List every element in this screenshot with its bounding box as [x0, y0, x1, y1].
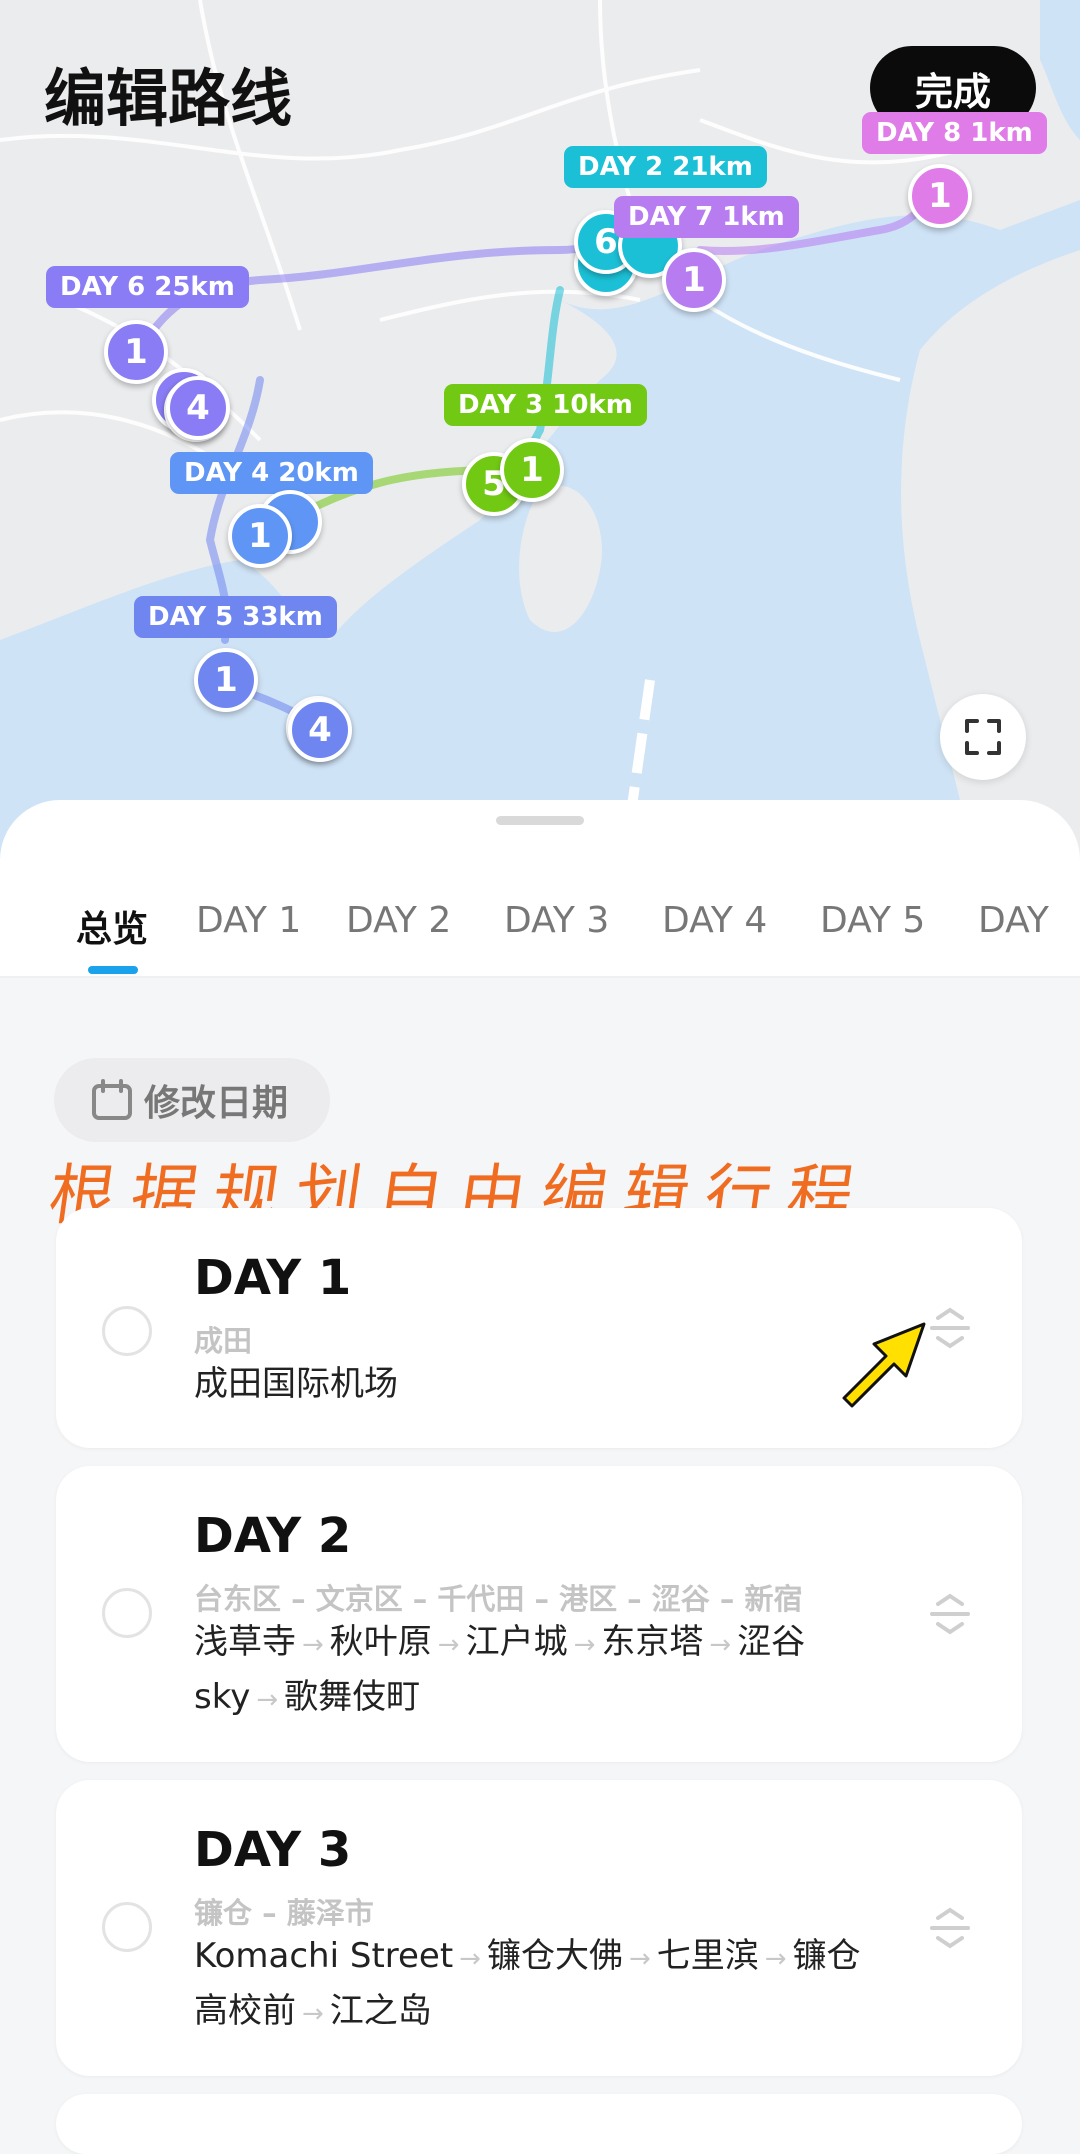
map-pin[interactable]: 1	[908, 164, 972, 228]
change-date-button[interactable]: 修改日期	[54, 1058, 330, 1142]
map-pin[interactable]: 1	[228, 504, 292, 568]
drag-handle-icon[interactable]	[926, 1304, 974, 1352]
route-label-day-8[interactable]: DAY 8 1km	[862, 112, 1047, 154]
arrow-right-icon: →	[302, 1999, 324, 2029]
day-title: DAY 2	[194, 1508, 352, 1564]
arrow-right-icon: →	[256, 1685, 279, 1715]
day-spots: Komachi Street → 镰仓大佛 → 七里滨 → 镰仓高校前 → 江之岛	[194, 1936, 861, 2031]
overview-content: 修改日期 根据规划自由编辑行程 DAY 1 成田 成田国际机场 DAY 2 台东…	[0, 978, 1080, 2154]
select-radio[interactable]	[102, 1306, 152, 1356]
fullscreen-button[interactable]	[940, 694, 1026, 780]
map-pin[interactable]: 1	[194, 648, 258, 712]
arrow-right-icon: →	[709, 1630, 732, 1660]
day-spots: 浅草寺 → 秋叶原 → 江户城 → 东京塔 → 涩谷sky → 歌舞伎町	[194, 1622, 806, 1717]
route-label-day-2[interactable]: DAY 2 21km	[564, 146, 767, 188]
map-pin[interactable]: 4	[166, 376, 230, 440]
select-radio[interactable]	[102, 1902, 152, 1952]
page-title: 编辑路线	[44, 62, 293, 135]
arrow-right-icon: →	[764, 1944, 787, 1974]
map-pin[interactable]: 4	[288, 698, 352, 762]
drag-handle-icon[interactable]	[926, 1590, 974, 1638]
tab-overview[interactable]: 总览	[76, 900, 148, 952]
arrow-right-icon: →	[437, 1630, 460, 1660]
select-radio[interactable]	[102, 1588, 152, 1638]
day-tabs: 总览 DAY 1 DAY 2 DAY 3 DAY 4 DAY 5 DAY	[0, 900, 1080, 978]
change-date-label: 修改日期	[144, 1083, 289, 1124]
day-area: 镰仓 – 藤泽市	[194, 1896, 374, 1930]
map-pin[interactable]: 1	[500, 438, 564, 502]
arrow-right-icon: →	[302, 1630, 324, 1660]
day-title: DAY 3	[194, 1822, 352, 1878]
day-title: DAY 1	[194, 1250, 352, 1306]
route-label-day-6[interactable]: DAY 6 25km	[46, 266, 249, 308]
day-card-3[interactable]: DAY 3 镰仓 – 藤泽市 Komachi Street → 镰仓大佛 → 七里滨 → 镰…	[56, 1780, 1022, 2076]
day-card-1[interactable]: DAY 1 成田 成田国际机场	[56, 1208, 1022, 1448]
arrow-right-icon: →	[573, 1630, 596, 1660]
day-area: 成田	[194, 1324, 253, 1358]
tab-day-3[interactable]: DAY 3	[504, 900, 609, 941]
tab-day-4[interactable]: DAY 4	[662, 900, 767, 941]
route-label-day-5[interactable]: DAY 5 33km	[134, 596, 337, 638]
drag-handle-icon[interactable]	[926, 1904, 974, 1952]
map-pin[interactable]: 1	[104, 320, 168, 384]
sheet-drag-handle[interactable]	[496, 816, 584, 825]
tab-day-1[interactable]: DAY 1	[196, 900, 301, 941]
route-label-day-4[interactable]: DAY 4 20km	[170, 452, 373, 494]
arrow-right-icon: →	[459, 1944, 481, 1974]
fullscreen-icon	[965, 719, 1001, 755]
route-label-day-3[interactable]: DAY 3 10km	[444, 384, 647, 426]
calendar-icon	[92, 1079, 132, 1120]
day-card-4[interactable]	[56, 2094, 1022, 2154]
tab-day-2[interactable]: DAY 2	[346, 900, 451, 941]
tab-day-6[interactable]: DAY	[978, 900, 1049, 941]
route-label-day-7[interactable]: DAY 7 1km	[614, 196, 799, 238]
day-card-2[interactable]: DAY 2 台东区 – 文京区 – 千代田 – 港区 – 涩谷 – 新宿 浅草寺…	[56, 1466, 1022, 1762]
tab-day-5[interactable]: DAY 5	[820, 900, 925, 941]
route-map[interactable]: 编辑路线 完成 DAY 2 21km DAY 3 10km DAY 4 20km…	[0, 0, 1080, 880]
active-tab-indicator	[88, 966, 138, 974]
day-area: 台东区 – 文京区 – 千代田 – 港区 – 涩谷 – 新宿	[194, 1582, 803, 1616]
pointer-arrow-icon	[842, 1322, 926, 1408]
map-pin[interactable]: 1	[662, 248, 726, 312]
itinerary-sheet: 总览 DAY 1 DAY 2 DAY 3 DAY 4 DAY 5 DAY 修改日…	[0, 800, 1080, 2154]
day-spots: 成田国际机场	[194, 1364, 398, 1404]
arrow-right-icon: →	[628, 1944, 651, 1974]
